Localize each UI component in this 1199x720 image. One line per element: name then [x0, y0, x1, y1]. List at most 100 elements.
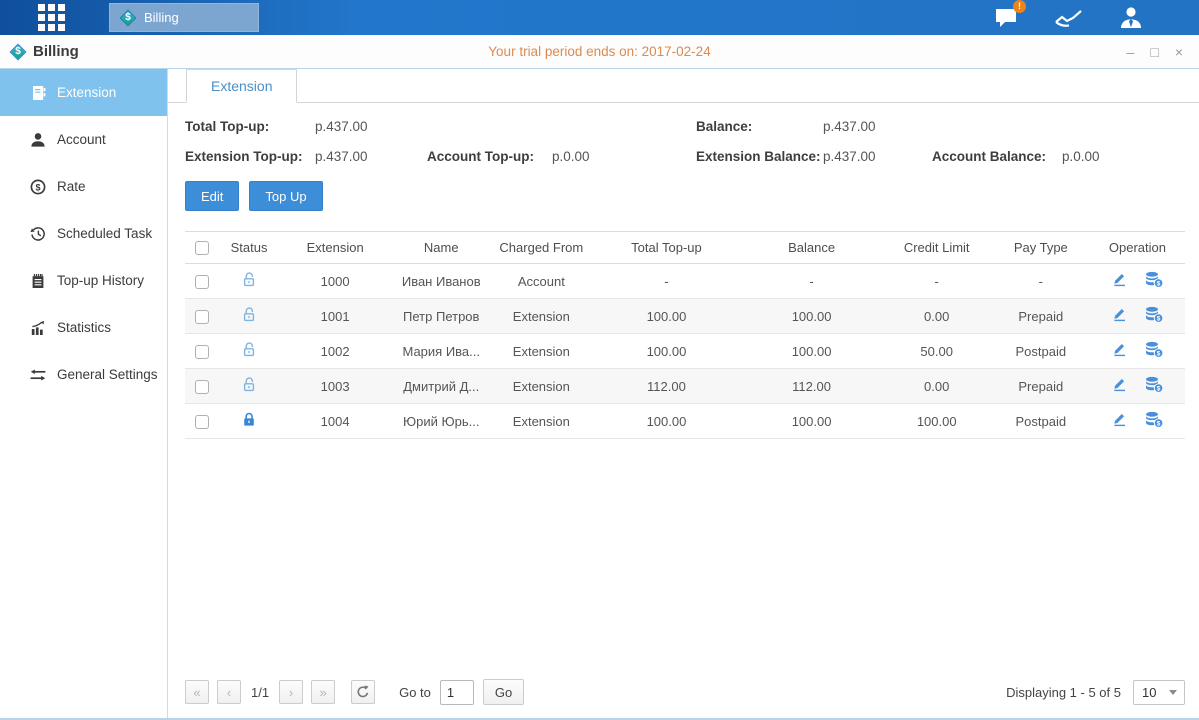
refresh-button[interactable] [351, 680, 375, 704]
sidebar-item-statistics[interactable]: Statistics [0, 304, 167, 351]
sidebar-item-label: Statistics [57, 320, 111, 335]
column-header-name[interactable]: Name [391, 232, 491, 264]
topup-icon[interactable]: $ [1144, 411, 1164, 428]
cell-charged-from: Extension [491, 299, 591, 334]
column-header-status[interactable]: Status [219, 232, 279, 264]
sidebar-item-scheduled-task[interactable]: Scheduled Task [0, 210, 167, 257]
sidebar-item-extension[interactable]: Extension [0, 69, 167, 116]
title-bar: $ Billing Your trial period ends on: 201… [0, 35, 1199, 69]
first-page-button[interactable]: « [185, 680, 209, 704]
row-checkbox[interactable] [195, 415, 209, 429]
billing-diamond-icon: $ [10, 44, 26, 60]
topup-icon[interactable]: $ [1144, 376, 1164, 393]
svg-text:$: $ [1157, 386, 1161, 393]
cell-name: Юрий Юрь... [391, 404, 491, 439]
cell-total-topup: 100.00 [591, 404, 741, 439]
topup-icon[interactable]: $ [1144, 271, 1164, 288]
apps-grid-icon[interactable] [38, 4, 65, 31]
edit-button[interactable]: Edit [185, 181, 239, 211]
messages-icon[interactable]: ! [991, 5, 1023, 31]
messages-badge: ! [1013, 0, 1026, 13]
column-header-extension[interactable]: Extension [279, 232, 391, 264]
close-icon[interactable]: × [1175, 45, 1183, 59]
edit-icon[interactable] [1111, 411, 1128, 428]
status-locked-icon [241, 411, 257, 428]
edit-icon[interactable] [1111, 306, 1128, 323]
general-settings-icon [30, 367, 46, 383]
stats-icon[interactable] [1053, 5, 1085, 31]
extension-balance-label: Extension Balance: [696, 149, 823, 164]
sidebar-item-top-up-history[interactable]: Top-up History [0, 257, 167, 304]
displaying-text: Displaying 1 - 5 of 5 [1006, 685, 1121, 700]
row-checkbox[interactable] [195, 275, 209, 289]
column-header-pay-type[interactable]: Pay Type [992, 232, 1090, 264]
svg-text:$: $ [1157, 421, 1161, 428]
column-header-balance[interactable]: Balance [742, 232, 882, 264]
column-header-charged-from[interactable]: Charged From [491, 232, 591, 264]
pagination-bar: « ‹ 1/1 › » Go to Go Displaying 1 - 5 of… [185, 673, 1185, 719]
sidebar-item-account[interactable]: Account [0, 116, 167, 163]
tab-strip: Extension [168, 69, 1199, 103]
column-header-operation[interactable]: Operation [1090, 232, 1185, 264]
cell-total-topup: - [591, 264, 741, 299]
next-page-button[interactable]: › [279, 680, 303, 704]
cell-balance: 100.00 [742, 299, 882, 334]
cell-credit-limit: - [882, 264, 992, 299]
tab-extension[interactable]: Extension [186, 69, 297, 103]
prev-page-button[interactable]: ‹ [217, 680, 241, 704]
user-icon[interactable] [1115, 5, 1147, 31]
extension-balance-value: p.437.00 [823, 149, 932, 164]
sidebar-item-general-settings[interactable]: General Settings [0, 351, 167, 398]
row-checkbox[interactable] [195, 380, 209, 394]
column-header-total-top-up[interactable]: Total Top-up [591, 232, 741, 264]
table-row: 1002Мария Ива...Extension100.00100.0050.… [185, 334, 1185, 369]
cell-total-topup: 100.00 [591, 334, 741, 369]
sidebar-item-rate[interactable]: $ Rate [0, 163, 167, 210]
cell-extension: 1001 [279, 299, 391, 334]
extension-table: StatusExtensionNameCharged FromTotal Top… [185, 231, 1185, 439]
account-balance-label: Account Balance: [932, 149, 1062, 164]
cell-balance: 112.00 [742, 369, 882, 404]
trial-notice: Your trial period ends on: 2017-02-24 [488, 44, 710, 59]
topup-icon[interactable]: $ [1144, 306, 1164, 323]
main-panel: Extension Total Top-up: p.437.00 Balance… [168, 69, 1199, 719]
cell-charged-from: Extension [491, 334, 591, 369]
svg-text:$: $ [1157, 351, 1161, 358]
go-to-label: Go to [399, 685, 431, 700]
window-title: Billing [33, 43, 79, 60]
app-tab-billing[interactable]: $ Billing [109, 3, 259, 32]
edit-icon[interactable] [1111, 341, 1128, 358]
minimize-icon[interactable]: – [1127, 45, 1135, 59]
table-header-row: StatusExtensionNameCharged FromTotal Top… [185, 232, 1185, 264]
app-tab-label: Billing [144, 10, 179, 25]
rate-icon: $ [30, 179, 46, 195]
table-row: 1003Дмитрий Д...Extension112.00112.000.0… [185, 369, 1185, 404]
sidebar-item-label: Rate [57, 179, 86, 194]
extension-topup-value: p.437.00 [315, 149, 427, 164]
row-checkbox[interactable] [195, 345, 209, 359]
cell-pay-type: Postpaid [992, 334, 1090, 369]
go-button[interactable]: Go [483, 679, 524, 705]
topup-icon[interactable]: $ [1144, 341, 1164, 358]
page-size-select[interactable]: 10 [1133, 680, 1185, 705]
last-page-button[interactable]: » [311, 680, 335, 704]
edit-icon[interactable] [1111, 376, 1128, 393]
select-all-checkbox[interactable] [195, 241, 209, 255]
svg-text:$: $ [1157, 316, 1161, 323]
app-window: $ Billing ! $ Billing Your trial period … [0, 0, 1199, 720]
cell-credit-limit: 100.00 [882, 404, 992, 439]
cell-name: Мария Ива... [391, 334, 491, 369]
tab-label: Extension [211, 78, 272, 94]
status-unlocked-icon [241, 271, 257, 288]
scheduled-task-icon [30, 226, 46, 242]
bar-icons: ! [991, 5, 1147, 31]
row-checkbox[interactable] [195, 310, 209, 324]
total-topup-value: p.437.00 [315, 119, 427, 134]
edit-icon[interactable] [1111, 271, 1128, 288]
go-to-page-input[interactable] [440, 680, 474, 705]
top-up-button[interactable]: Top Up [249, 181, 322, 211]
column-header-credit-limit[interactable]: Credit Limit [882, 232, 992, 264]
account-topup-value: p.0.00 [552, 149, 696, 164]
maximize-icon[interactable]: □ [1150, 45, 1158, 59]
chevron-down-icon [1169, 690, 1177, 695]
